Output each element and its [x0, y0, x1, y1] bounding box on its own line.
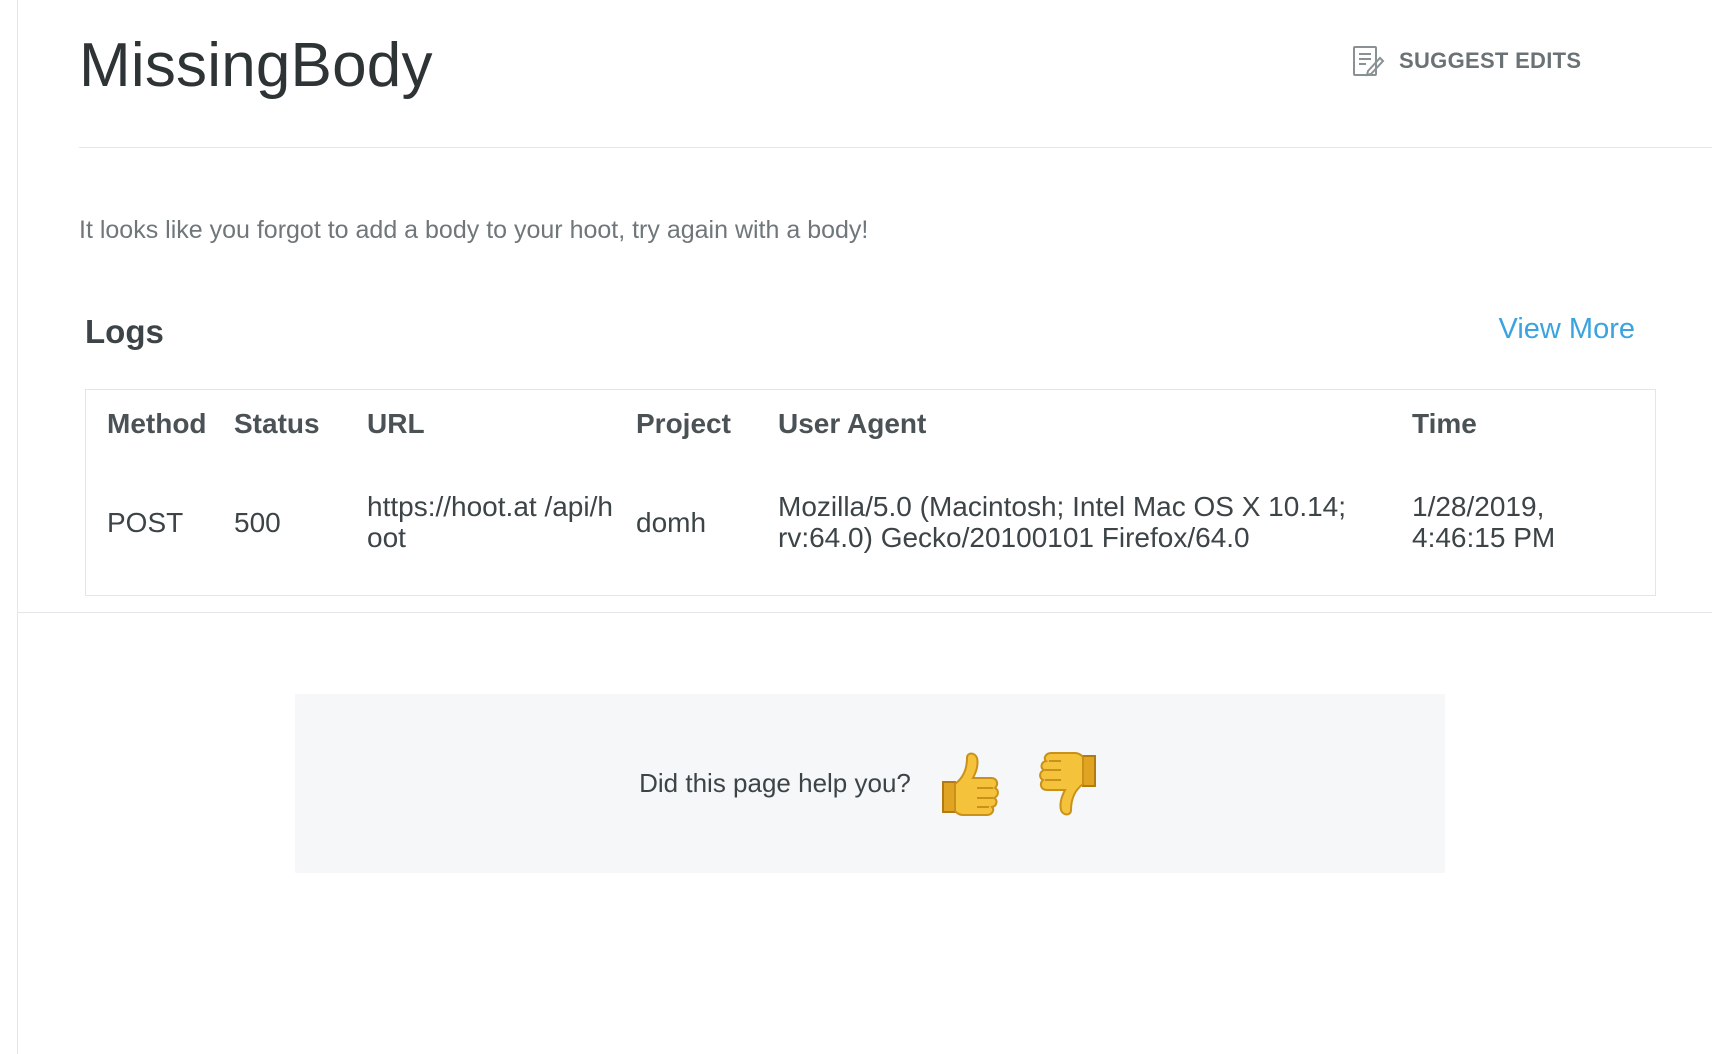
cell-time: 1/28/2019, 4:46:15 PM	[1412, 491, 1556, 553]
column-header-time: Time	[1412, 408, 1477, 439]
page-header: MissingBody SUGGEST EDITS	[79, 0, 1712, 148]
thumbs-up-icon[interactable]	[937, 748, 1001, 820]
feedback-question: Did this page help you?	[639, 768, 911, 798]
logs-title: Logs	[85, 313, 164, 350]
left-border	[17, 0, 18, 1054]
logs-table: Method Status URL Project User Agent Tim…	[85, 389, 1656, 596]
cell-method: POST	[107, 506, 184, 538]
cell-status: 500	[234, 506, 281, 538]
column-header-method: Method	[107, 408, 207, 439]
error-description: It looks like you forgot to add a body t…	[79, 216, 869, 244]
section-divider	[17, 612, 1712, 613]
thumbs-down-icon[interactable]	[1037, 748, 1101, 820]
edit-document-icon	[1351, 44, 1385, 78]
column-header-user-agent: User Agent	[778, 408, 927, 439]
column-header-status: Status	[234, 408, 320, 439]
cell-user-agent: Mozilla/5.0 (Macintosh; Intel Mac OS X 1…	[778, 491, 1347, 553]
suggest-edits-button[interactable]: SUGGEST EDITS	[1351, 44, 1581, 78]
view-more-link[interactable]: View More	[1499, 313, 1635, 346]
table-row[interactable]: POST 500 https://hoot.at /api/hoot domh …	[86, 463, 1655, 581]
column-header-url: URL	[367, 408, 425, 439]
cell-url: https://hoot.at /api/hoot	[367, 491, 613, 553]
column-header-project: Project	[636, 408, 731, 439]
suggest-edits-label: SUGGEST EDITS	[1399, 48, 1582, 73]
feedback-panel: Did this page help you?	[295, 694, 1445, 873]
table-header-row: Method Status URL Project User Agent Tim…	[86, 390, 1655, 463]
cell-project: domh	[636, 506, 707, 538]
page-title: MissingBody	[79, 31, 433, 100]
